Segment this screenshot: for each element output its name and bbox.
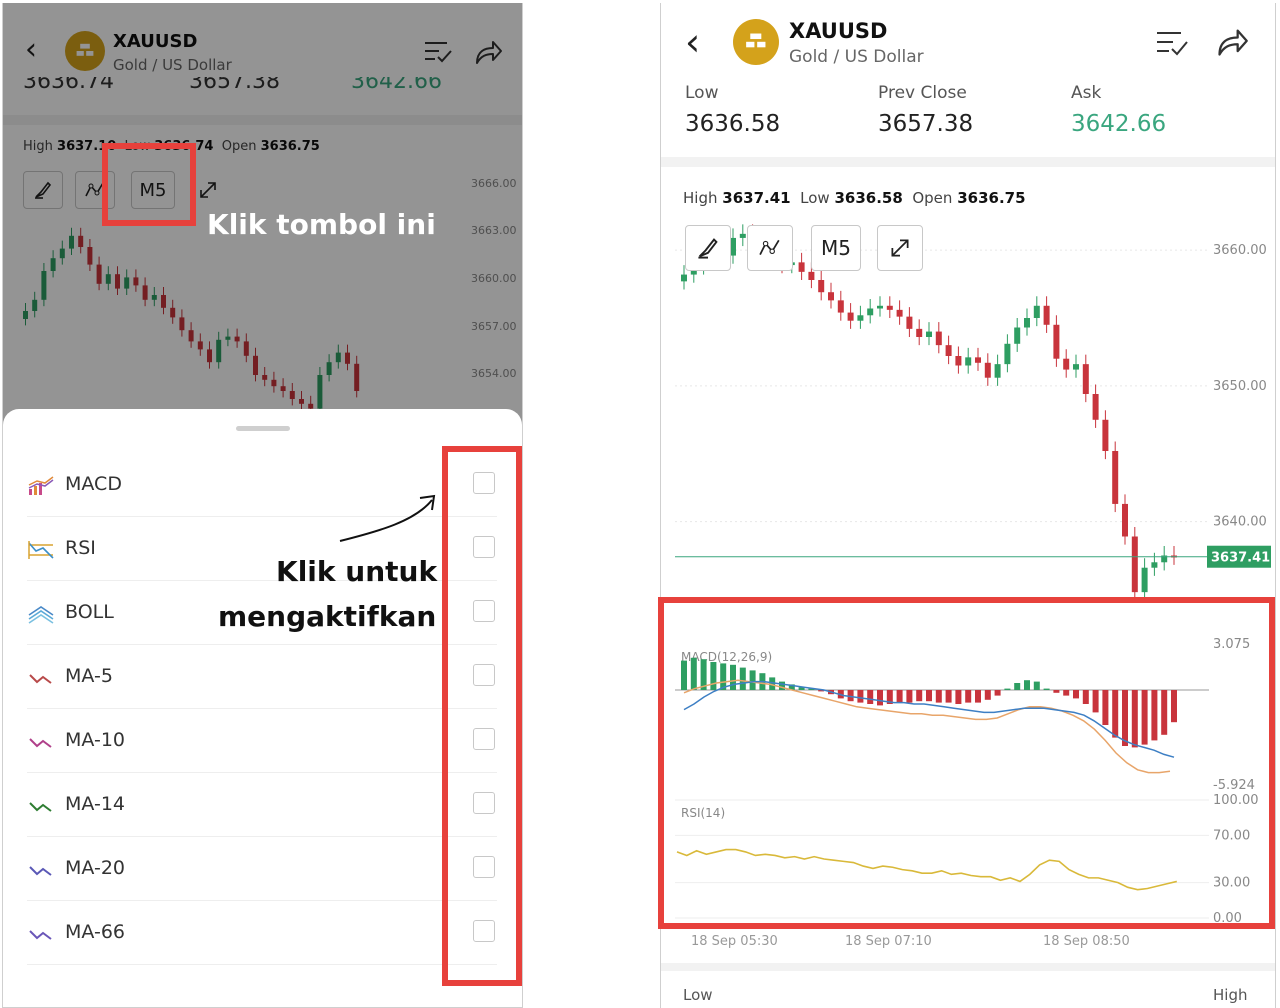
indicator-label: RSI <box>65 537 96 559</box>
candle <box>1122 503 1128 537</box>
timeframe-button[interactable]: M5 <box>811 225 861 271</box>
stat-low-label: Low <box>685 83 719 103</box>
candle <box>994 364 1001 378</box>
indicator-row[interactable]: MA-66 <box>27 901 497 965</box>
candle <box>916 328 923 337</box>
indicator-tool-button[interactable] <box>747 225 793 271</box>
ma-icon <box>29 930 52 940</box>
draw-tool-button[interactable] <box>685 225 731 271</box>
candle <box>857 315 864 321</box>
candle <box>1053 324 1060 359</box>
candle <box>984 362 991 378</box>
macd-icon <box>28 476 54 495</box>
candle <box>955 356 962 366</box>
candle <box>935 331 942 346</box>
candle <box>1043 305 1050 325</box>
candle <box>886 305 893 310</box>
indicator-row[interactable]: MA-20 <box>27 837 497 901</box>
share-icon[interactable] <box>1215 25 1249 59</box>
candle <box>837 300 844 313</box>
expand-button[interactable] <box>877 225 923 271</box>
time-label: 18 Sep 07:10 <box>845 934 932 949</box>
candle <box>1073 364 1079 370</box>
divider <box>661 963 1275 971</box>
candle <box>1141 567 1148 593</box>
time-label: 18 Sep 08:50 <box>1043 934 1130 949</box>
bottom-low-label: Low <box>683 986 713 1004</box>
rsi-icon <box>28 541 54 559</box>
stat-low-value: 3636.58 <box>685 111 781 137</box>
candle <box>818 280 825 293</box>
indicator-label: MA-14 <box>65 793 126 815</box>
time-label: 18 Sep 05:30 <box>691 934 778 949</box>
boll-icon <box>28 606 54 624</box>
stat-ask-value: 3642.66 <box>1071 111 1167 137</box>
candle <box>1102 419 1109 451</box>
indicator-row[interactable]: MA-14 <box>27 773 497 837</box>
candle <box>847 312 854 321</box>
annotation-arrow <box>339 494 436 542</box>
stat-prev-close-label: Prev Close <box>878 83 967 103</box>
candle <box>965 357 972 366</box>
candle <box>828 292 834 301</box>
highlight-timeframe-button <box>102 143 196 226</box>
candle <box>975 357 981 363</box>
sheet-drag-handle[interactable] <box>236 426 290 431</box>
candle <box>808 271 815 280</box>
stat-ask-label: Ask <box>1071 83 1102 103</box>
annotation-enable-line1: Klik untuk <box>276 555 438 588</box>
candle <box>1131 536 1138 593</box>
indicator-label: MA-5 <box>65 665 113 687</box>
candle <box>681 274 687 282</box>
gold-coin-icon <box>733 19 779 65</box>
candle <box>1033 305 1040 318</box>
price-tick: 3650.00 <box>1213 379 1267 394</box>
candle <box>896 309 903 317</box>
price-tick: 3640.00 <box>1213 515 1267 530</box>
indicator-label: MA-10 <box>65 729 126 751</box>
indicator-label: MA-66 <box>65 921 126 943</box>
symbol-name: Gold / US Dollar <box>789 47 924 67</box>
indicator-label: BOLL <box>65 601 114 623</box>
back-arrow-icon[interactable]: ‹ <box>685 23 700 61</box>
highlight-indicator-panes <box>658 597 1275 929</box>
candle <box>1063 358 1070 370</box>
annotation-click-button: Klik tombol ini <box>207 208 436 241</box>
indicator-label: MA-20 <box>65 857 126 879</box>
candle <box>1092 394 1099 420</box>
candle <box>1082 364 1089 394</box>
symbol-code: XAUUSD <box>789 19 888 43</box>
ma-icon <box>29 738 52 748</box>
candle <box>1004 343 1011 365</box>
candle <box>739 233 746 238</box>
ma-icon <box>29 674 52 684</box>
stat-prev-close-value: 3657.38 <box>878 111 974 137</box>
annotation-enable-line2: mengaktifkan <box>218 600 437 633</box>
highlight-checkbox-column <box>442 446 522 986</box>
candle <box>906 316 913 329</box>
candle <box>877 305 883 309</box>
line-indicator-icon <box>759 239 780 255</box>
candle <box>798 262 805 272</box>
expand-icon <box>891 239 909 257</box>
indicator-label: MACD <box>65 473 122 495</box>
candle <box>1151 562 1158 568</box>
candle <box>1112 451 1119 504</box>
indicator-row[interactable]: MA-10 <box>27 709 497 773</box>
bottom-high-label: High <box>1213 986 1248 1004</box>
candle <box>926 331 932 337</box>
watchlist-check-icon[interactable] <box>1155 29 1189 57</box>
brush-icon <box>698 238 718 259</box>
candle <box>1024 318 1030 328</box>
price-tick: 3660.00 <box>1213 243 1267 258</box>
ma-icon <box>29 866 52 876</box>
tutorial-screenshot: ‹ XAUUSD Gold / US Dollar 3636.74 3657.3… <box>0 0 1280 1008</box>
candle <box>867 308 874 316</box>
current-price-value: 3637.41 <box>1211 551 1270 566</box>
candle <box>945 345 952 356</box>
candle <box>1014 327 1021 344</box>
indicator-row[interactable]: MA-5 <box>27 645 497 709</box>
ma-icon <box>29 802 52 812</box>
